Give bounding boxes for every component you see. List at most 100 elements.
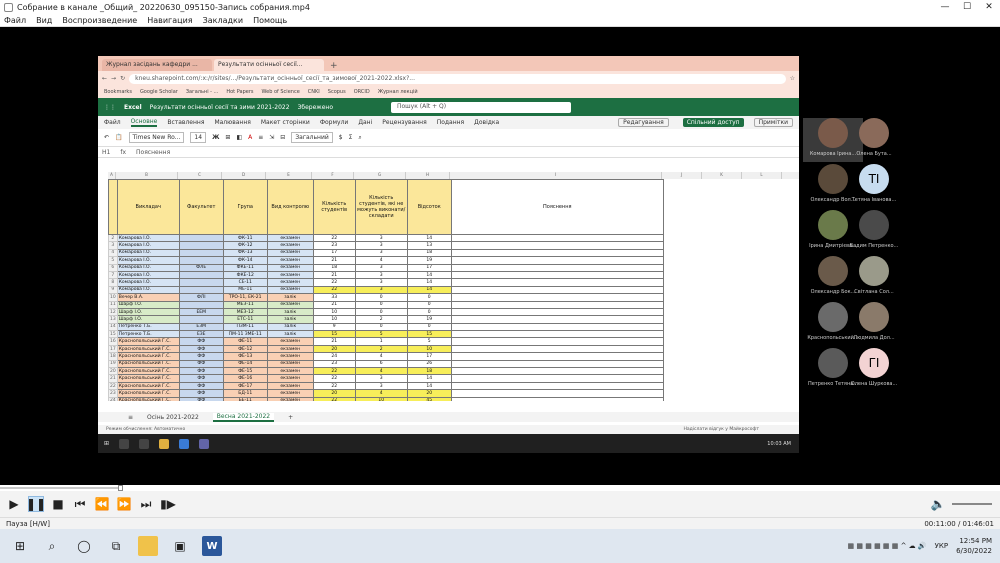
table-cell[interactable] (450, 352, 664, 361)
ribbon-tab[interactable]: Основне (130, 118, 158, 127)
table-cell[interactable]: Краснопольський Г.С. (116, 389, 180, 398)
table-cell[interactable]: 17 (406, 263, 452, 272)
table-header-cell[interactable]: Вид контролю (266, 179, 314, 235)
participant-tile[interactable]: Людмила Дол... (844, 302, 904, 346)
task-view-icon[interactable]: ⧉ (106, 536, 126, 556)
participant-tile[interactable]: ГІ Олена Шуркова... (844, 348, 904, 392)
start-button-icon[interactable]: ⊞ (10, 536, 30, 556)
row-number[interactable]: 9 (108, 285, 118, 295)
menu-navigation[interactable]: Навигация (147, 16, 192, 25)
close-button[interactable]: ✕ (978, 2, 1000, 12)
rewind-icon[interactable]: ⏪ (94, 496, 110, 512)
row-number[interactable]: 11 (108, 300, 118, 309)
table-cell[interactable]: 33 (312, 293, 356, 302)
add-sheet-icon[interactable]: + (288, 414, 293, 421)
table-cell[interactable]: 10 (406, 344, 452, 354)
table-cell[interactable]: МЕЗ-11 (222, 300, 268, 309)
row-number[interactable]: 20 (108, 367, 118, 376)
table-cell[interactable]: 2 (354, 344, 408, 354)
sheet-tab-autumn[interactable]: Осінь 2021-2022 (147, 414, 199, 421)
table-cell[interactable] (450, 367, 664, 376)
row-number[interactable]: 21 (108, 374, 118, 383)
table-cell[interactable]: екзамен (266, 248, 314, 258)
row-number[interactable]: 16 (108, 337, 118, 346)
table-cell[interactable]: 0 (406, 322, 452, 332)
column-header[interactable]: I (450, 172, 662, 179)
table-cell[interactable] (178, 256, 224, 265)
table-cell[interactable]: 3 (354, 270, 408, 280)
next-icon[interactable]: ⏭ (138, 496, 154, 512)
table-cell[interactable]: 13 (406, 241, 452, 250)
volume-icon[interactable]: 🔈 (930, 496, 946, 512)
table-cell[interactable]: 0 (354, 307, 408, 317)
bookmark-item[interactable]: Hot Papers (226, 89, 253, 95)
table-cell[interactable]: Вечер В.А. (116, 293, 180, 302)
table-cell[interactable]: Краснопольський Г.С. (116, 352, 180, 361)
table-cell[interactable]: 20 (312, 389, 356, 398)
table-cell[interactable]: 4 (354, 352, 408, 361)
menu-help[interactable]: Помощь (253, 16, 287, 25)
table-cell[interactable]: 3 (354, 374, 408, 383)
table-cell[interactable]: 21 (312, 300, 356, 309)
table-cell[interactable]: екзамен (266, 337, 314, 346)
column-header[interactable]: G (354, 172, 406, 179)
star-icon[interactable]: ☆ (790, 75, 795, 82)
bookmark-item[interactable]: Bookmarks (104, 89, 132, 95)
table-cell[interactable]: ПМ-11 ЗМЕ-11 (222, 330, 268, 339)
table-cell[interactable] (450, 307, 664, 317)
table-cell[interactable]: ФЕ-17 (222, 381, 268, 391)
column-header[interactable]: J (662, 172, 702, 179)
table-cell[interactable] (450, 263, 664, 272)
maximize-button[interactable]: ☐ (956, 2, 978, 12)
table-cell[interactable]: Краснопольський Г.С. (116, 337, 180, 346)
table-cell[interactable]: екзамен (266, 278, 314, 287)
row-number[interactable]: 12 (108, 307, 118, 317)
table-cell[interactable]: ФК-11 (222, 233, 268, 243)
table-cell[interactable] (450, 374, 664, 383)
row-number[interactable]: 18 (108, 352, 118, 361)
table-cell[interactable]: 0 (406, 293, 452, 302)
table-cell[interactable]: ФФ (178, 381, 224, 391)
table-cell[interactable]: 15 (312, 330, 356, 339)
file-explorer-icon[interactable] (138, 536, 158, 556)
participant-tile[interactable]: TI Тетяна Іванова... (844, 164, 904, 208)
table-cell[interactable] (450, 330, 664, 339)
play-icon[interactable]: ▶ (6, 496, 22, 512)
table-cell[interactable] (450, 344, 664, 354)
table-cell[interactable] (450, 293, 664, 302)
table-cell[interactable]: Комарова І.О. (116, 278, 180, 287)
feedback-link[interactable]: Надіслати відгук у Майкрософт (684, 427, 799, 432)
table-cell[interactable]: Комарова І.О. (116, 263, 180, 272)
paste-icon[interactable]: 📋 (115, 134, 122, 141)
table-cell[interactable]: екзамен (266, 389, 314, 398)
table-cell[interactable]: ФЕ-14 (222, 359, 268, 369)
table-cell[interactable]: ФЕ-13 (222, 352, 268, 361)
table-header-cell[interactable]: Кількість студентів (312, 179, 356, 235)
table-cell[interactable] (450, 233, 664, 243)
table-cell[interactable]: Краснопольський Г.С. (116, 374, 180, 383)
table-cell[interactable]: 3 (354, 381, 408, 391)
row-number[interactable]: 22 (108, 381, 118, 391)
table-cell[interactable]: ПЗМ-11 (222, 322, 268, 332)
table-cell[interactable]: Краснопольський Г.С. (116, 367, 180, 376)
participant-tile[interactable]: Вадим Петренко... (844, 210, 904, 254)
table-cell[interactable]: Шарф І.О. (116, 300, 180, 309)
merge-icon[interactable]: ⊟ (280, 134, 285, 141)
table-cell[interactable]: ТРО-11, ЕК-21 (222, 293, 268, 302)
table-cell[interactable]: ФФ (178, 396, 224, 401)
table-cell[interactable]: 21 (312, 256, 356, 265)
bookmark-item[interactable]: Google Scholar (140, 89, 178, 95)
table-cell[interactable]: 6 (354, 359, 408, 369)
table-cell[interactable]: екзамен (266, 285, 314, 295)
bookmark-item[interactable]: Журнал лекцій (378, 89, 418, 95)
wrap-icon[interactable]: ⇲ (269, 134, 274, 141)
table-cell[interactable]: 0 (354, 293, 408, 302)
table-cell[interactable] (450, 285, 664, 295)
table-header-cell[interactable]: Факультет (178, 179, 224, 235)
column-header[interactable]: M (782, 172, 799, 179)
table-cell[interactable] (450, 248, 664, 258)
table-cell[interactable]: 20 (312, 344, 356, 354)
table-cell[interactable]: ЕЕМ (178, 307, 224, 317)
column-header[interactable]: B (116, 172, 178, 179)
table-cell[interactable]: БД-11 (222, 389, 268, 398)
